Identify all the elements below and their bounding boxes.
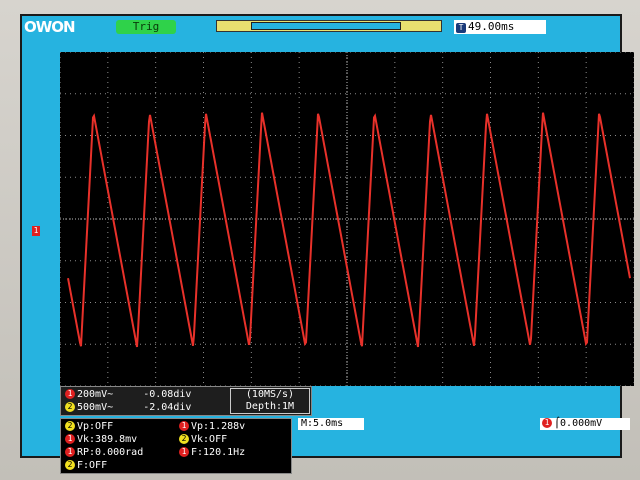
brand-logo: OWON [24, 18, 76, 36]
trigger-level-readout: 1 ⌠0.000mV [540, 418, 630, 430]
measure-vk-ch2-text: Vk:OFF [191, 434, 228, 445]
measure-vp-ch2-text: Vp:OFF [77, 421, 114, 432]
measure-badge-red: 1 [65, 447, 75, 457]
ch2-scale-text: 500mV~ -2.04div [77, 402, 192, 413]
channel-1-trace [67, 112, 631, 348]
trigger-status-badge: Trig [116, 20, 176, 34]
measure-f-ch1: 1 F:120.1Hz [179, 447, 245, 458]
clock-icon: T [456, 23, 466, 33]
ch1-scale-text: 200mV~ -0.08div [77, 389, 192, 400]
acquisition-info: (10MS/s) Depth:1M [230, 388, 310, 414]
measure-vp-ch2: 2 Vp:OFF [65, 421, 113, 432]
measure-vk-ch1-text: Vk:389.8mv [77, 434, 138, 445]
measure-f-ch1-text: F:120.1Hz [191, 447, 246, 458]
measure-rp-ch1-text: RP:0.000rad [77, 447, 144, 458]
ch2-status-line: 2 500mV~ -2.04div [65, 402, 191, 413]
waveform-svg [60, 52, 634, 386]
time-offset-value: 49.00ms [468, 20, 515, 33]
measure-vp-ch1: 1 Vp:1.288v [179, 421, 245, 432]
measure-vk-ch2: 2 Vk:OFF [179, 434, 227, 445]
horizontal-timebase: M:5.0ms [298, 418, 364, 430]
memory-depth-text: Depth:1M [245, 401, 295, 412]
memory-position-bar[interactable] [216, 20, 442, 32]
measure-badge-red: 1 [179, 447, 189, 457]
ch1-status-line: 1 200mV~ -0.08div [65, 389, 191, 400]
measure-badge-red: 1 [179, 421, 189, 431]
measure-badge-yellow: 2 [65, 421, 75, 431]
measurement-panel: 2 Vp:OFF 1 Vp:1.288v 1 Vk:389.8mv 2 Vk:OFF 1… [60, 418, 292, 474]
measure-f-ch2-text: F:OFF [77, 460, 108, 471]
trigger-level-value: 0.000mV [560, 418, 603, 429]
measure-rp-ch1: 1 RP:0.000rad [65, 447, 143, 458]
oscilloscope-screen: OWON Trig T 49.00ms 1 1 200mV~ -0.08div 25… [20, 14, 634, 474]
time-offset-readout: T 49.00ms [454, 20, 546, 34]
trigger-source-badge: 1 [542, 418, 552, 428]
memory-view-window[interactable] [251, 22, 401, 30]
ch2-badge: 2 [65, 402, 75, 412]
measure-vp-ch1-text: Vp:1.288v [191, 421, 246, 432]
measure-badge-yellow: 2 [65, 460, 75, 470]
measure-badge-yellow: 2 [179, 434, 189, 444]
channel-1-offset-marker[interactable]: 1 [32, 226, 40, 236]
measure-badge-red: 1 [65, 434, 75, 444]
measure-vk-ch1: 1 Vk:389.8mv [65, 434, 137, 445]
sample-rate-text: (10MS/s) [245, 389, 295, 400]
ch1-badge: 1 [65, 389, 75, 399]
waveform-display [60, 52, 634, 386]
measure-f-ch2: 2 F:OFF [65, 460, 107, 471]
